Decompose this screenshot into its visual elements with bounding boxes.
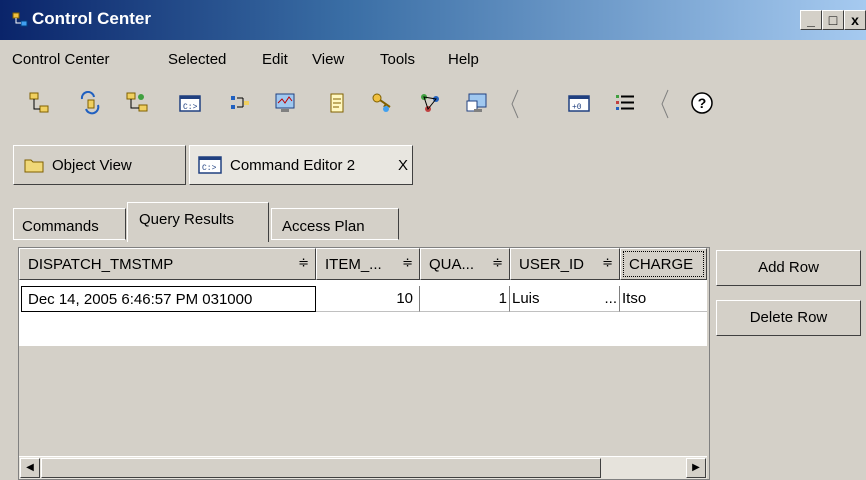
results-grid: DISPATCH_TMSTMP ≑ ITEM_... ≑ QUA... ≑ US… [18, 247, 710, 480]
menu-selected[interactable]: Selected [168, 51, 226, 68]
license-center-icon[interactable] [370, 91, 394, 115]
column-header-quantity[interactable]: QUA... ≑ [420, 248, 510, 280]
svg-text:+0: +0 [572, 103, 582, 112]
tab-commands[interactable]: Commands [13, 208, 126, 240]
svg-text:C:>: C:> [202, 164, 217, 173]
sort-icon: ≑ [298, 255, 309, 270]
menu-bar: Control Center Selected Edit View Tools … [0, 42, 866, 76]
cell-dispatch-tmstmp[interactable]: Dec 14, 2005 6:46:57 PM 031000 [21, 286, 316, 312]
cell-item[interactable]: 10 [316, 286, 420, 312]
title-bar[interactable]: Control Center _ □ x [0, 0, 866, 40]
journal-icon[interactable] [325, 91, 349, 115]
sort-icon: ≑ [602, 255, 613, 270]
tab-object-view[interactable]: Object View [13, 145, 186, 185]
configuration-assistant-icon[interactable] [465, 91, 489, 115]
results-rows: Dec 14, 2005 6:46:57 PM 031000 10 1 Luis… [19, 280, 707, 346]
svg-text:C:>: C:> [183, 103, 198, 112]
satellite-icon[interactable] [125, 91, 149, 115]
sort-icon: ≑ [402, 255, 413, 270]
minimize-button[interactable]: _ [800, 10, 822, 30]
folder-icon [24, 159, 44, 173]
column-header-user-id[interactable]: USER_ID ≑ [510, 248, 620, 280]
menu-help[interactable]: Help [448, 51, 479, 68]
help-icon[interactable]: ? [690, 91, 714, 115]
cell-user-id-value: Luis [512, 290, 540, 307]
query-results-panel: DISPATCH_TMSTMP ≑ ITEM_... ≑ QUA... ≑ US… [13, 242, 866, 480]
health-center-icon[interactable] [273, 91, 297, 115]
tab-query-results[interactable]: Query Results [127, 202, 269, 242]
control-center-app-icon [12, 12, 28, 27]
column-header-charge[interactable]: CHARGE [620, 248, 707, 280]
tab-query-results-label: Query Results [139, 211, 235, 228]
menu-control-center[interactable]: Control Center [12, 51, 110, 68]
menu-tools[interactable]: Tools [380, 51, 415, 68]
toolbar-separator [661, 89, 669, 119]
command-window-icon[interactable]: +0 [567, 91, 591, 115]
tab-command-editor-2[interactable]: C:> Command Editor 2 X [189, 145, 413, 185]
scroll-left-icon[interactable]: ◀ [20, 458, 40, 478]
replication-icon[interactable] [78, 91, 102, 115]
close-tab-button[interactable]: X [398, 157, 408, 174]
tab-object-view-label: Object View [52, 157, 132, 174]
cell-quantity[interactable]: 1 [420, 286, 510, 312]
svg-text:?: ? [698, 95, 707, 111]
tab-access-plan[interactable]: Access Plan [271, 208, 399, 240]
cell-user-id[interactable]: Luis ... [510, 286, 620, 312]
delete-row-button[interactable]: Delete Row [716, 300, 861, 336]
tab-command-editor-2-label: Command Editor 2 [230, 157, 356, 174]
tab-access-plan-label: Access Plan [282, 218, 365, 235]
scrollbar-thumb[interactable] [41, 458, 601, 478]
close-button[interactable]: x [844, 10, 866, 30]
add-row-button[interactable]: Add Row [716, 250, 861, 286]
cell-ellipsis-button[interactable]: ... [604, 290, 617, 307]
column-header-dispatch-tmstmp[interactable]: DISPATCH_TMSTMP ≑ [19, 248, 316, 280]
toolbar: C:> +0 ? [0, 78, 866, 132]
column-header-item[interactable]: ITEM_... ≑ [316, 248, 420, 280]
window-title: Control Center [32, 9, 151, 28]
object-tree-icon[interactable] [28, 91, 52, 115]
development-center-icon[interactable] [418, 91, 442, 115]
sort-icon: ≑ [492, 255, 503, 270]
scroll-right-icon[interactable]: ▶ [686, 458, 706, 478]
toolbar-separator [511, 89, 519, 119]
command-editor-icon: C:> [198, 156, 222, 174]
cell-charge[interactable]: Itso [620, 286, 707, 312]
maximize-button[interactable]: □ [822, 10, 844, 30]
menu-edit[interactable]: Edit [262, 51, 288, 68]
list-icon[interactable] [613, 91, 637, 115]
control-center-window: Control Center _ □ x Control Center Sele… [0, 0, 866, 480]
command-editor-icon[interactable]: C:> [178, 91, 202, 115]
menu-view[interactable]: View [312, 51, 344, 68]
tab-commands-label: Commands [22, 218, 99, 235]
task-center-icon[interactable] [228, 91, 252, 115]
horizontal-scrollbar[interactable]: ◀ ▶ [19, 456, 707, 479]
